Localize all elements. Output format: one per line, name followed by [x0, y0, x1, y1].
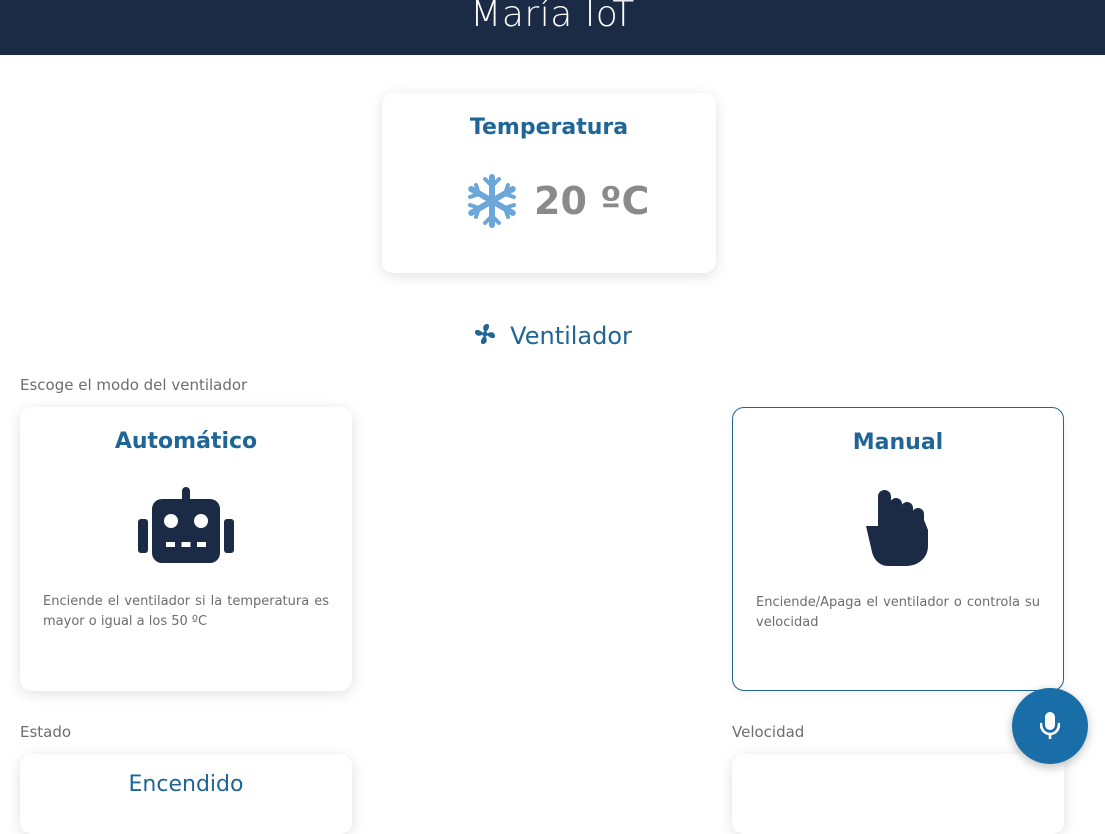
mode-description-automatic: Enciende el ventilador si la temperatura… [43, 594, 329, 629]
fan-speed-card[interactable] [732, 754, 1064, 834]
microphone-icon [1040, 712, 1060, 739]
top-navbar: María IoT [0, 0, 1105, 55]
mode-title-automatic: Automático [114, 429, 258, 454]
fan-state-value: Encendido [128, 772, 244, 797]
fan-icon [475, 324, 496, 344]
temperature-value: 20 ºC [534, 179, 650, 223]
mode-title-manual: Manual [852, 430, 944, 455]
mode-description-manual: Enciende/Apaga el ventilador o controla … [756, 595, 1040, 630]
app-title: María IoT [470, 0, 635, 35]
fan-state-card[interactable]: Encendido [20, 754, 352, 834]
mode-label: Escoge el modo del ventilador [20, 376, 248, 394]
fan-section-title: Ventilador [510, 322, 632, 350]
hand-pointer-icon [866, 490, 928, 566]
robot-icon [138, 487, 234, 563]
speed-label: Velocidad [732, 723, 805, 741]
mode-card-automatic[interactable]: Automático Enciende el ventilador si la … [20, 407, 352, 691]
snowflake-icon [468, 174, 516, 228]
temperature-card: Temperatura 20 ºC [382, 93, 716, 273]
temperature-title: Temperatura [469, 115, 629, 140]
microphone-button[interactable] [1012, 688, 1088, 764]
mode-card-manual[interactable]: Manual Enciende/Apaga el ventilador o co… [732, 407, 1064, 691]
state-label: Estado [20, 723, 72, 741]
fan-section-header: Ventilador [0, 322, 1105, 350]
